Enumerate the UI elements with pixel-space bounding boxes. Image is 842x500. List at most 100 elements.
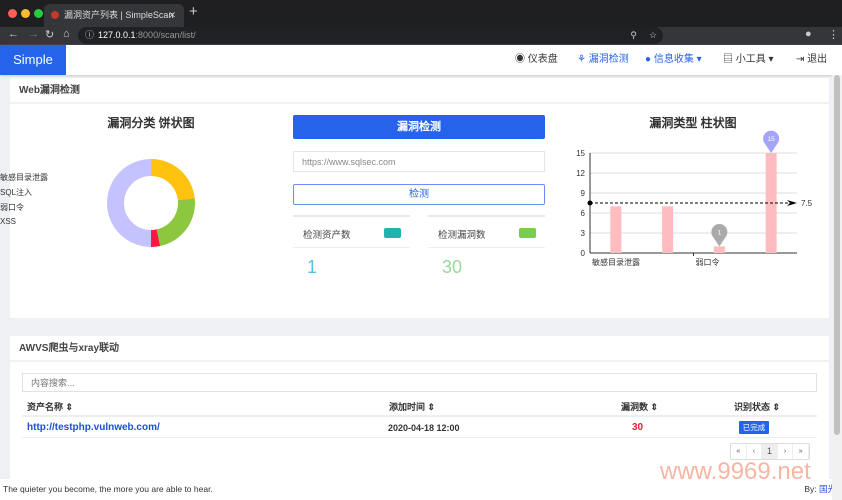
col-asset-name[interactable]: 资产名称 ⇕: [27, 400, 73, 413]
bar[interactable]: [610, 206, 622, 253]
info-icon: ⓘ: [85, 30, 95, 40]
vuln-count: 30: [632, 422, 644, 433]
col-vuln-count[interactable]: 漏洞数 ⇕: [621, 400, 658, 413]
footer-quote: The quieter you become, the more you are…: [3, 484, 213, 494]
favicon-icon: [51, 11, 59, 19]
tab-title: 漏洞资产列表 | SimpleScan: [64, 10, 174, 20]
next-page-button[interactable]: ›: [778, 444, 794, 459]
scrollbar[interactable]: [832, 75, 842, 500]
refresh-icon: [519, 228, 536, 238]
sort-icon: ⇕: [650, 402, 659, 412]
address-toolbar: ← → ↻ ⌂ ⓘ 127.0.0.1:8000/scan/list/ ⚲ ☆ ● ⋮: [0, 27, 842, 45]
y-tick-label: 9: [581, 189, 586, 198]
legend-item[interactable]: SQL注入: [0, 187, 42, 198]
list-icon: [384, 228, 401, 238]
y-tick-label: 12: [576, 169, 585, 178]
pie-chart-title: 漏洞分类 饼状图: [107, 116, 195, 130]
zoom-icon[interactable]: ⚲: [630, 27, 637, 44]
bar[interactable]: [662, 206, 674, 253]
add-time: 2020-04-18 12:00: [388, 423, 460, 433]
dashboard-icon: ◉: [515, 54, 528, 65]
stat-vulns: 检测漏洞数 30: [428, 215, 545, 277]
sort-icon: ⇕: [65, 402, 74, 412]
sort-icon: ⇕: [427, 402, 436, 412]
bookmark-star-icon[interactable]: ☆: [649, 27, 657, 44]
x-tick-label: 敏感目录泄露: [592, 257, 640, 267]
card-title: Web漏洞检测: [10, 78, 829, 104]
stat-assets: 检测资产数 1: [293, 215, 410, 277]
profile-avatar[interactable]: ●: [805, 28, 812, 40]
forward-icon[interactable]: →: [28, 28, 39, 40]
prev-page-button[interactable]: ‹: [747, 444, 763, 459]
page-1-button[interactable]: 1: [762, 444, 778, 459]
home-icon[interactable]: ⌂: [63, 28, 70, 40]
target-url-input[interactable]: [293, 151, 545, 172]
y-tick-label: 0: [581, 249, 586, 258]
check-button[interactable]: 检测: [293, 184, 545, 205]
globe-icon: ●: [645, 54, 654, 65]
nav-label: 退出: [807, 54, 828, 65]
nav-tools[interactable]: ▤ 小工具 ▾: [723, 45, 774, 74]
top-navbar: Simple ◉ 仪表盘 ⚘ 漏洞检测 ● 信息收集 ▾ ▤ 小工具 ▾ ⇥ 退…: [0, 45, 842, 75]
search-input[interactable]: [22, 373, 817, 392]
nav-dashboard[interactable]: ◉ 仪表盘: [515, 45, 558, 74]
nav-vuln-scan[interactable]: ⚘ 漏洞检测: [577, 45, 629, 74]
legend-item[interactable]: 敏感目录泄露: [0, 172, 60, 183]
new-tab-button[interactable]: +: [189, 3, 198, 20]
nav-logout[interactable]: ⇥ 退出: [796, 45, 827, 74]
pie-slice[interactable]: [107, 159, 151, 247]
pie-slice[interactable]: [151, 159, 195, 201]
menu-icon[interactable]: ⋮: [828, 28, 839, 41]
bug-icon: ⚘: [577, 54, 589, 65]
scrollbar-thumb[interactable]: [834, 75, 840, 435]
tools-icon: ▤: [723, 54, 736, 65]
mark-point-label: 1: [718, 229, 722, 236]
browser-tab-bar: 漏洞资产列表 | SimpleScan ✕ +: [0, 0, 842, 27]
pie-slice[interactable]: [156, 198, 195, 247]
maximize-window-button[interactable]: [34, 9, 43, 18]
nav-label: 信息收集: [653, 54, 694, 65]
last-page-button[interactable]: »: [793, 444, 809, 459]
nav-label: 仪表盘: [527, 54, 558, 65]
col-add-time[interactable]: 添加时间 ⇕: [389, 400, 435, 413]
arrow-icon: [787, 200, 797, 206]
y-tick-label: 6: [581, 209, 586, 218]
sort-icon: ⇕: [772, 402, 781, 412]
nav-label: 漏洞检测: [588, 54, 629, 65]
logout-icon: ⇥: [796, 54, 808, 65]
back-icon[interactable]: ←: [8, 28, 19, 40]
url-bar[interactable]: ⓘ 127.0.0.1:8000/scan/list/ ⚲ ☆: [78, 27, 663, 44]
stat-value: 30: [442, 257, 463, 277]
mark-line-label: 7.5: [801, 199, 813, 208]
minimize-window-button[interactable]: [21, 9, 30, 18]
brand-logo[interactable]: Simple: [0, 45, 66, 75]
mark-point-label: 15: [768, 136, 776, 143]
nav-info-gather[interactable]: ● 信息收集 ▾: [645, 45, 702, 74]
bar[interactable]: [713, 246, 725, 253]
nav-label: 小工具: [735, 54, 766, 65]
url-path: :8000/scan/list/: [135, 30, 196, 40]
legend-item[interactable]: XSS: [0, 217, 26, 226]
caret-down-icon: ▾: [693, 54, 702, 65]
legend-item[interactable]: 弱口令: [0, 202, 27, 213]
close-window-button[interactable]: [8, 9, 17, 18]
vuln-detect-header: 漏洞检测: [293, 115, 545, 139]
status-badge: 已完成: [739, 421, 769, 434]
stat-label: 检测资产数: [303, 230, 351, 241]
bar-chart: 0 3 6 9 12 15 敏感目录泄露 弱口令 7.5 1 15: [576, 130, 813, 267]
stat-value: 1: [307, 257, 318, 277]
browser-tab[interactable]: 漏洞资产列表 | SimpleScan ✕: [44, 4, 184, 27]
asset-link[interactable]: http://testphp.vulnweb.com/: [27, 422, 160, 433]
card-title: AWVS爬虫与xray联动: [10, 336, 829, 362]
url-host: 127.0.0.1: [98, 30, 136, 40]
reload-icon[interactable]: ↻: [45, 28, 54, 41]
first-page-button[interactable]: «: [731, 444, 747, 459]
stat-label: 检测漏洞数: [438, 230, 486, 241]
y-tick-label: 3: [581, 229, 586, 238]
y-tick-label: 15: [576, 149, 585, 158]
watermark: www.9969.net: [660, 458, 811, 485]
pie-chart: [107, 159, 195, 247]
col-status[interactable]: 识别状态 ⇕: [734, 400, 780, 413]
x-tick-label: 弱口令: [696, 257, 720, 267]
close-tab-icon[interactable]: ✕: [168, 4, 176, 26]
